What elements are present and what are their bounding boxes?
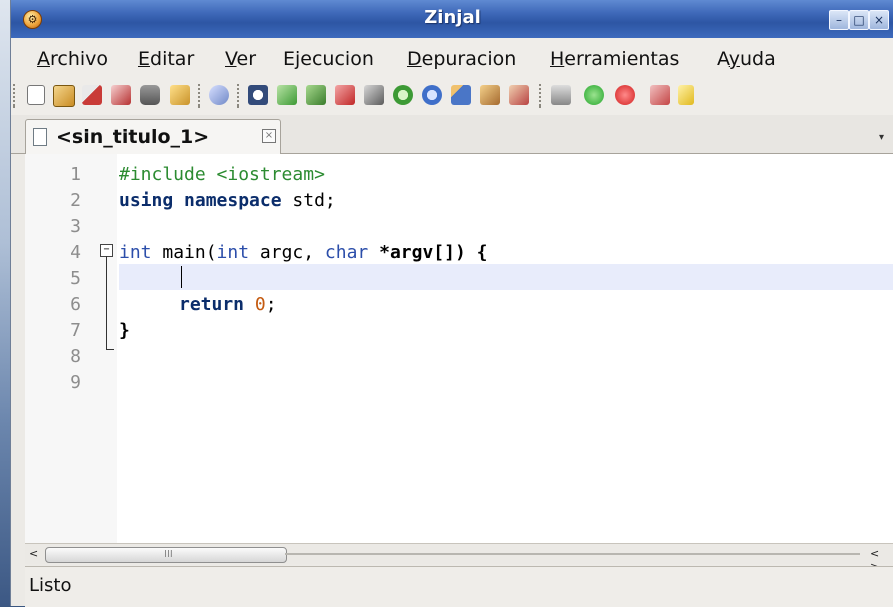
close-button[interactable]: × [869,10,889,30]
argc-text: argc, [249,242,325,263]
project-icon[interactable] [170,85,190,105]
debug-icon[interactable] [509,85,529,105]
code-line-1: #include <iostream> [119,164,325,185]
window-title: Zinjal [424,7,481,28]
code-line-6: return 0; [179,294,893,315]
goto-function-icon[interactable] [422,85,442,105]
print-icon[interactable] [140,85,160,105]
tab-sin-titulo[interactable]: <sin_titulo_1> × [25,119,281,154]
clear-icon[interactable] [335,85,355,105]
keyword-return: return [179,294,245,315]
number-zero: 0 [254,294,266,315]
line-number: 6 [70,294,81,315]
app-window: ⚙ Zinjal – □ × Archivo Editar Ver Ejecuc… [10,0,893,607]
binary-icon[interactable] [551,85,571,105]
scroll-thumb[interactable]: III [45,547,287,563]
include-icon[interactable] [451,85,471,105]
current-line-highlight [119,264,893,290]
status-text: Listo [29,575,72,596]
main-signature: main( [151,242,217,263]
bookmark-icon[interactable] [306,85,326,105]
goto-line-icon[interactable] [393,85,413,105]
line-number: 9 [70,372,81,393]
tools-icon[interactable] [650,85,670,105]
find-next-icon[interactable] [277,85,297,105]
toolbar-separator [198,84,200,108]
line-number: 5 [70,268,81,289]
argv-text: *argv[]) { [368,242,488,263]
file-icon [33,128,47,146]
line-number: 8 [70,346,81,367]
tab-label: <sin_titulo_1> [56,126,210,148]
code-line-2: using namespace std; [119,190,879,211]
menu-depuracion[interactable]: Depuracion [407,48,516,70]
menu-herramientas[interactable]: Herramientas [550,48,679,70]
scroll-grip-icon: III [164,549,173,560]
stop-icon[interactable] [615,85,635,105]
comment-icon[interactable] [364,85,384,105]
menu-ayuda[interactable]: Ayuda [717,48,776,70]
menu-archivo[interactable]: Archivo [37,48,108,70]
type-char: char [324,242,369,263]
maximize-button[interactable]: □ [849,10,869,30]
namespace-rest: std; [281,190,336,211]
run-icon[interactable] [584,85,604,105]
tab-bar: <sin_titulo_1> × ▾ [11,115,893,154]
type-int-argc: int [216,242,250,263]
compile-icon[interactable] [480,85,500,105]
menu-ejecucion[interactable]: Ejecucion [283,48,374,70]
line-number: 7 [70,320,81,341]
status-bar: Listo [25,566,893,607]
type-int: int [119,242,152,263]
toolbar [11,78,893,116]
toolbar-separator [13,84,15,108]
new-file-icon[interactable] [27,85,45,105]
tab-menu-arrow[interactable]: ▾ [879,132,884,143]
line-number: 2 [70,190,81,211]
open-folder-icon[interactable] [53,85,75,107]
save-icon[interactable] [82,85,102,105]
save-as-icon[interactable] [111,85,131,105]
scroll-track[interactable] [285,553,860,555]
text-cursor [181,266,182,288]
menu-editar[interactable]: Editar [138,48,194,70]
tab-close-icon[interactable]: × [262,129,276,143]
minimize-button[interactable]: – [829,10,849,30]
line-number: 1 [70,164,81,185]
toolbar-separator [237,84,239,108]
fold-line [106,256,107,349]
horizontal-scrollbar[interactable]: < III < > [25,543,893,573]
code-line-7: } [119,320,130,341]
semicolon: ; [265,294,277,315]
code-line-4: int main(int argc, char *argv[]) { [119,242,879,263]
cut-icon[interactable] [209,85,229,105]
toolbar-separator [539,84,541,108]
line-number: 3 [70,216,81,237]
menu-ver[interactable]: Ver [225,48,256,70]
fold-end [106,349,114,350]
keyword-using: using namespace [119,190,282,211]
titlebar[interactable]: ⚙ Zinjal – □ × [11,0,893,39]
scroll-left-arrow[interactable]: < [29,547,38,560]
code-editor[interactable]: 1 2 3 4 5 6 7 8 9 − #include <iostream> … [25,154,893,543]
menu-bar: Archivo Editar Ver Ejecucion Depuracion … [11,38,893,79]
find-icon[interactable] [248,85,268,105]
checklist-icon[interactable] [678,85,694,105]
line-number: 4 [70,242,81,263]
